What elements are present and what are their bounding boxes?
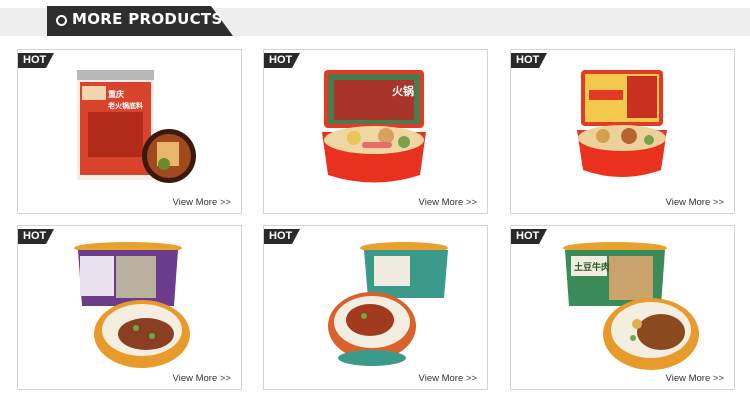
svg-text:火锅: 火锅: [392, 84, 414, 98]
section-title: MORE PRODUCTS: [72, 10, 223, 28]
self-heating-hotpot-box-icon: [577, 70, 667, 177]
circle-bullet-icon: [56, 15, 67, 26]
self-heating-rice-bowl-icon: [328, 242, 448, 366]
hot-badge: HOT: [511, 229, 547, 244]
self-heating-rice-bowl-icon: [74, 242, 190, 368]
product-card-1[interactable]: 重庆 老火锅底料 HOT View More >>: [17, 49, 242, 214]
self-heating-rice-bowl-icon: 土豆牛肉: [563, 242, 699, 370]
svg-text:老火锅底料: 老火锅底料: [107, 101, 143, 110]
hot-badge: HOT: [18, 53, 54, 68]
hot-badge: HOT: [18, 229, 54, 244]
svg-text:土豆牛肉: 土豆牛肉: [574, 261, 610, 273]
product-card-5[interactable]: HOT View More >>: [263, 225, 488, 390]
self-heating-hotpot-box-icon: 火锅: [322, 70, 426, 183]
hot-badge: HOT: [264, 229, 300, 244]
view-more-link[interactable]: View More >>: [666, 373, 724, 384]
view-more-link[interactable]: View More >>: [666, 197, 724, 208]
view-more-link[interactable]: View More >>: [173, 197, 231, 208]
product-card-4[interactable]: HOT View More >>: [17, 225, 242, 390]
hot-badge: HOT: [511, 53, 547, 68]
svg-text:重庆: 重庆: [108, 89, 124, 99]
view-more-link[interactable]: View More >>: [419, 373, 477, 384]
product-card-3[interactable]: HOT View More >>: [510, 49, 735, 214]
product-card-6[interactable]: 土豆牛肉 HOT View More >>: [510, 225, 735, 390]
view-more-link[interactable]: View More >>: [419, 197, 477, 208]
hot-badge: HOT: [264, 53, 300, 68]
view-more-link[interactable]: View More >>: [173, 373, 231, 384]
hotpot-seasoning-pack-icon: 重庆 老火锅底料: [77, 70, 196, 183]
product-card-2[interactable]: 火锅 HOT View More >>: [263, 49, 488, 214]
